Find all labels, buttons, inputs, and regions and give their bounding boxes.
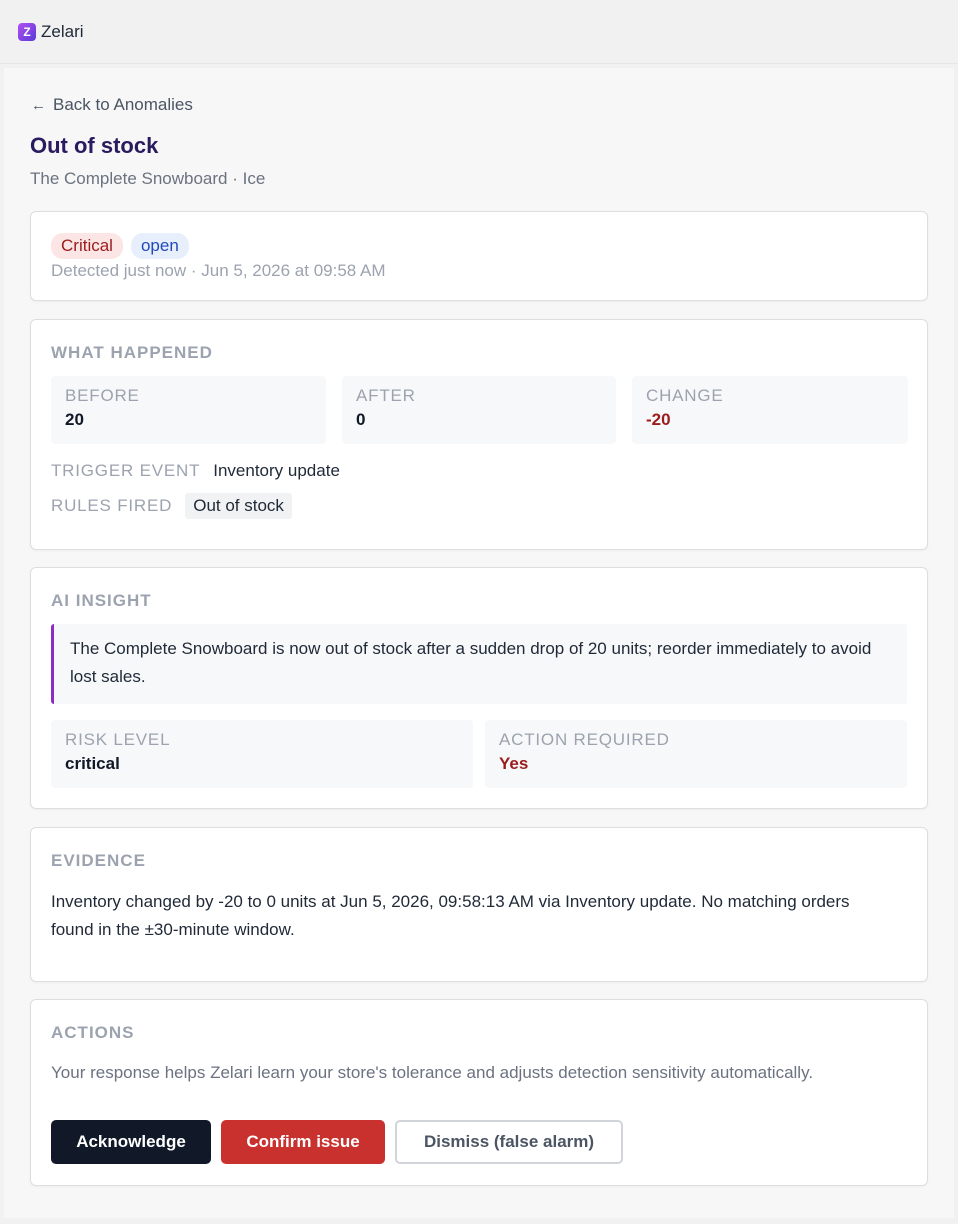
before-stat: BEFORE 20 [51,376,326,444]
change-stat: CHANGE -20 [632,376,908,444]
status-card: Critical open Detected just now · Jun 5, … [30,211,928,301]
evidence-text: Inventory changed by -20 to 0 units at J… [51,892,850,939]
evidence-card: EVIDENCE Inventory changed by -20 to 0 u… [30,827,928,982]
action-required-stat: ACTION REQUIRED Yes [485,720,907,788]
stat-label: CHANGE [646,386,724,405]
page-subtitle: The Complete Snowboard · Ice [30,169,266,188]
stat-label: ACTION REQUIRED [499,730,670,749]
detected-timestamp: Detected just now · Jun 5, 2026 at 09:58… [51,261,386,280]
section-heading: ACTIONS [51,1023,135,1042]
section-heading: AI INSIGHT [51,591,152,610]
actions-description: Your response helps Zelari learn your st… [51,1063,814,1082]
trigger-event-row: TRIGGER EVENT Inventory update [51,461,340,481]
stat-value: 0 [356,410,366,429]
stat-label: RISK LEVEL [65,730,171,749]
stat-value: Yes [499,754,529,773]
status-badge: open [130,233,189,259]
back-to-anomalies-link[interactable]: ← Back to Anomalies [30,94,928,116]
ai-insight-text: The Complete Snowboard is now out of sto… [51,624,907,704]
stat-value: 20 [65,410,84,429]
confirm-issue-button[interactable]: Confirm issue [221,1120,385,1164]
arrow-left-icon: ← [31,96,46,114]
stat-value: -20 [646,410,671,429]
section-heading: WHAT HAPPENED [51,343,213,362]
app-name: Zelari [41,21,84,41]
trigger-event-label: TRIGGER EVENT [51,461,201,480]
rules-fired-row: RULES FIRED Out of stock [51,493,292,519]
actions-card: ACTIONS Your response helps Zelari learn… [30,999,928,1186]
back-link-label: Back to Anomalies [53,95,193,114]
severity-badge: Critical [51,233,123,259]
stat-value: critical [65,754,120,773]
trigger-event-value: Inventory update [213,461,340,480]
after-stat: AFTER 0 [342,376,616,444]
stat-label: AFTER [356,386,416,405]
risk-level-stat: RISK LEVEL critical [51,720,473,788]
zelari-logo-icon: Z [18,22,36,41]
what-happened-card: WHAT HAPPENED BEFORE 20 AFTER 0 CHANGE -… [30,319,928,550]
anomaly-detail-page: ← Back to Anomalies Out of stock The Com… [4,68,954,1218]
top-bar: Z Zelari [0,0,958,64]
ai-insight-card: AI INSIGHT The Complete Snowboard is now… [30,567,928,809]
dismiss-false-alarm-button[interactable]: Dismiss (false alarm) [395,1120,623,1164]
stat-label: BEFORE [65,386,140,405]
rule-chip: Out of stock [185,493,292,519]
page-title: Out of stock [30,133,159,158]
rules-fired-label: RULES FIRED [51,496,173,515]
section-heading: EVIDENCE [51,851,146,870]
acknowledge-button[interactable]: Acknowledge [51,1120,211,1164]
